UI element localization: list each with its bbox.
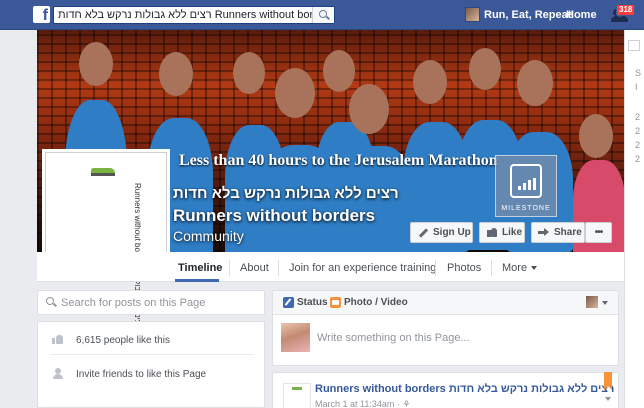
- search-icon: [46, 297, 54, 305]
- sidebar-fragment: I: [635, 82, 638, 92]
- invite-friends-row[interactable]: Invite friends to like this Page: [38, 358, 266, 390]
- sidebar-fragment: 2: [635, 154, 641, 164]
- like-label: Like: [502, 227, 523, 238]
- page-tabs-bar: Timeline About Join for an experience tr…: [37, 252, 624, 282]
- home-link[interactable]: Home: [566, 9, 597, 21]
- post-as-avatar[interactable]: [586, 296, 598, 308]
- page-post-search-input[interactable]: Search for posts on this Page: [37, 290, 265, 315]
- post-author-avatar[interactable]: [283, 383, 311, 408]
- post-timestamp[interactable]: March 1 at 11:34am · ⚘: [315, 399, 410, 408]
- share-button[interactable]: Share: [531, 222, 585, 243]
- status-tab-label: Status: [297, 297, 328, 308]
- sign-up-label: Sign Up: [433, 227, 471, 238]
- tab-about[interactable]: About: [240, 262, 269, 274]
- search-query-text[interactable]: רצים ללא גבולות נרקש בלא חדות Runners wi…: [58, 9, 335, 21]
- cover-figure: [233, 52, 265, 94]
- milestone-chart-icon: [518, 178, 536, 190]
- composer-input[interactable]: Write something on this Page...: [317, 332, 470, 344]
- camera-icon: [330, 297, 341, 308]
- person-icon: [53, 368, 63, 380]
- search-posts-placeholder: Search for posts on this Page: [61, 297, 206, 309]
- sidebar-fragment: 2: [635, 140, 641, 150]
- photo-video-tab-label: Photo / Video: [344, 297, 408, 308]
- chevron-down-icon: [531, 266, 538, 271]
- top-navigation-bar: f רצים ללא גבולות נרקש בלא חדות Runners …: [0, 0, 644, 30]
- global-search-input[interactable]: רצים ללא גבולות נרקש בלא חדות Runners wi…: [53, 6, 335, 24]
- sidebar-checkbox-icon[interactable]: [628, 40, 640, 51]
- pencil-icon: [417, 227, 429, 238]
- share-label: Share: [554, 227, 582, 238]
- pinned-bookmark-icon: [604, 372, 612, 390]
- chevron-down-icon[interactable]: [605, 397, 611, 401]
- cover-figure: [323, 50, 355, 92]
- tab-timeline[interactable]: Timeline: [178, 262, 222, 274]
- page-info-box: 6,615 people like this Invite friends to…: [37, 321, 265, 408]
- tab-divider: [491, 260, 492, 276]
- share-arrow-icon: [538, 227, 549, 238]
- post-composer: Status Photo / Video Write something on …: [272, 290, 619, 366]
- cover-figure: [275, 68, 315, 118]
- tab-join-training[interactable]: Join for an experience training: [289, 262, 436, 274]
- sidebar-fragment: 2: [635, 126, 641, 136]
- user-profile-link[interactable]: Run, Eat, Repeat: [484, 9, 571, 21]
- status-tab[interactable]: Status: [283, 297, 328, 308]
- tab-photos[interactable]: Photos: [447, 262, 481, 274]
- tab-divider: [435, 260, 436, 276]
- cover-figure: [159, 52, 193, 96]
- invite-friends-link[interactable]: Invite friends to like this Page: [76, 369, 206, 380]
- facebook-logo-icon[interactable]: f: [33, 6, 50, 23]
- cover-figure: [413, 60, 447, 104]
- search-icon: [319, 10, 327, 18]
- info-divider: [50, 354, 254, 355]
- more-options-button[interactable]: •••: [585, 222, 612, 243]
- sign-up-button[interactable]: Sign Up: [410, 222, 473, 243]
- likes-count-row[interactable]: 6,615 people like this: [38, 324, 266, 356]
- cover-figure: [579, 114, 613, 158]
- cover-headline: Less than 40 hours to the Jerusalem Mara…: [179, 152, 498, 169]
- milestone-label: MILESTONE: [501, 205, 551, 212]
- tab-divider: [229, 260, 230, 276]
- chevron-down-icon[interactable]: [602, 301, 608, 305]
- sidebar-fragment: 2: [635, 112, 641, 122]
- active-tab-indicator: [175, 279, 219, 282]
- cover-figure: [349, 84, 389, 134]
- user-avatar[interactable]: [465, 7, 480, 22]
- milestone-badge[interactable]: MILESTONE: [495, 155, 557, 217]
- thumbs-up-icon: [486, 227, 497, 238]
- sidebar-fragment: S: [635, 68, 642, 78]
- tab-more-label: More: [502, 262, 528, 274]
- notification-count-badge: 318: [616, 4, 636, 16]
- running-shoe-logo-icon: [91, 168, 115, 177]
- cover-figure: [517, 60, 553, 106]
- thumbs-up-icon: [52, 335, 64, 345]
- page-category[interactable]: Community: [173, 228, 244, 244]
- composer-avatar: [281, 323, 310, 352]
- composer-tabs: Status Photo / Video: [273, 291, 618, 315]
- likes-count-text: 6,615 people like this: [76, 335, 170, 346]
- cover-figure: [469, 48, 501, 90]
- tab-more[interactable]: More: [502, 262, 538, 274]
- timeline-post: Runners without borders רצים ללא גבולות …: [272, 372, 619, 408]
- post-author-name[interactable]: Runners without borders רצים ללא גבולות …: [315, 383, 614, 395]
- cover-figure: [79, 42, 113, 86]
- page-name-hebrew: רצים ללא גבולות נרקש בלא חדות: [173, 185, 399, 202]
- search-button[interactable]: [312, 7, 334, 23]
- tab-divider: [278, 260, 279, 276]
- profile-logo-text: Runners without borders רצים ללא גבולות: [133, 183, 142, 328]
- photo-video-tab[interactable]: Photo / Video: [330, 297, 408, 308]
- like-page-button[interactable]: Like: [479, 222, 525, 243]
- status-pencil-icon: [283, 297, 294, 308]
- right-sidebar-edge: S I 2 2 2 2: [624, 30, 644, 408]
- page-title: Runners without borders: [173, 206, 376, 225]
